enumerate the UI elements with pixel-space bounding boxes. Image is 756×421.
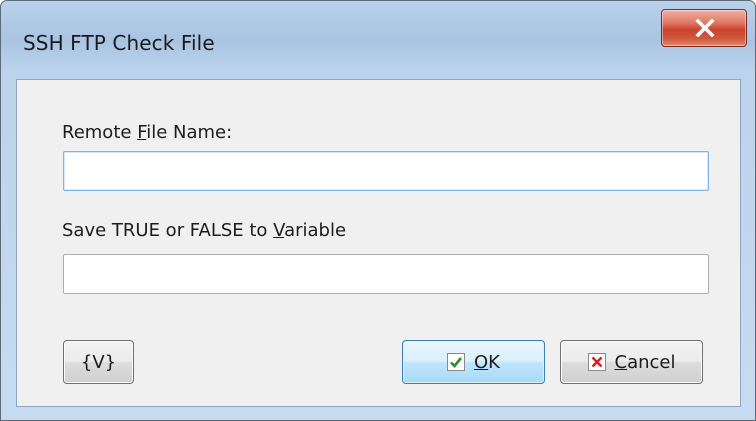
remote-file-name-input[interactable]	[64, 152, 708, 190]
cancel-label: Cancel	[614, 351, 676, 373]
save-to-variable-label: Save TRUE or FALSE to Variable	[62, 220, 347, 241]
ok-label: OK	[474, 351, 500, 373]
dialog-body: Remote File Name: Save TRUE or FALSE to …	[16, 79, 741, 407]
close-icon	[695, 19, 715, 37]
variable-input[interactable]	[64, 255, 708, 293]
ok-button[interactable]: OK	[402, 340, 545, 384]
checkmark-icon	[447, 353, 465, 371]
cross-icon	[587, 353, 606, 371]
remote-file-name-label: Remote File Name:	[62, 122, 233, 143]
title-bar[interactable]: SSH FTP Check File	[1, 1, 755, 79]
remote-file-name-field[interactable]	[63, 151, 709, 191]
insert-variable-button[interactable]: {V}	[63, 340, 134, 384]
variable-field[interactable]	[63, 254, 709, 294]
window-title: SSH FTP Check File	[23, 31, 215, 55]
cancel-button[interactable]: Cancel	[560, 340, 703, 384]
insert-variable-label: {V}	[80, 351, 117, 373]
dialog-window: SSH FTP Check File Remote File Name: Sav…	[0, 0, 756, 421]
close-button[interactable]	[661, 9, 747, 47]
